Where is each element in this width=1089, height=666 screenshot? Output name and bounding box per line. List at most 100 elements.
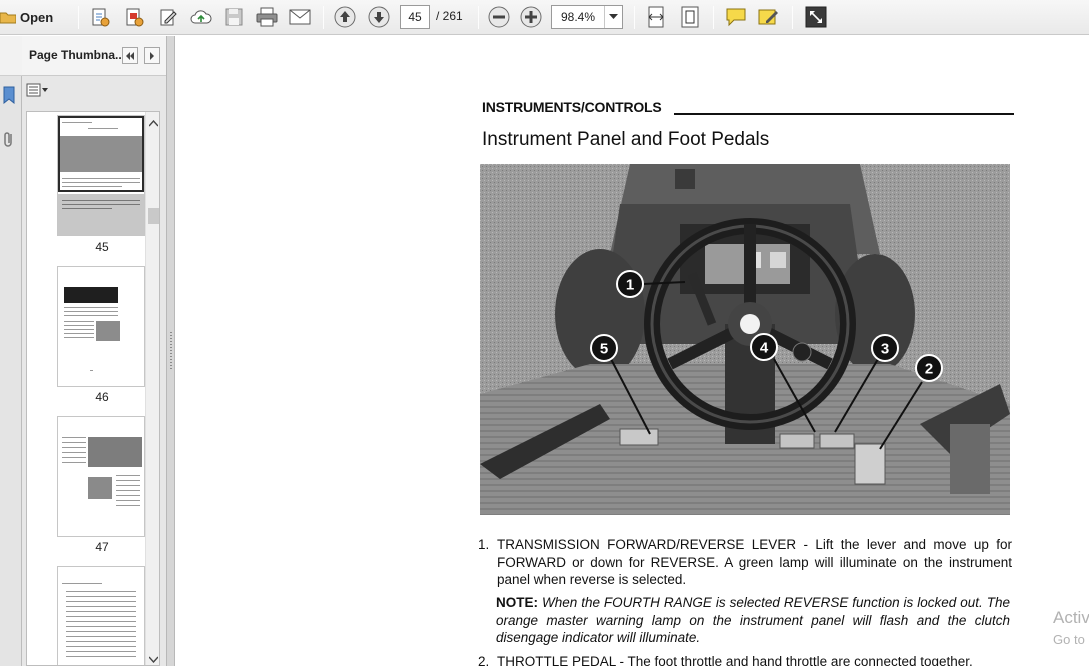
open-button[interactable]: Open (0, 6, 62, 28)
fit-width-button[interactable] (644, 6, 668, 28)
print-button[interactable] (255, 6, 279, 28)
toolbar-separator (323, 6, 324, 29)
toolbar-separator (713, 6, 714, 29)
toolbar: Open / 261 (0, 0, 1089, 35)
navigation-icon-strip (0, 36, 22, 666)
plus-circle-icon (520, 6, 542, 28)
item-1-text: TRANSMISSION FORWARD/REVERSE LEVER - Lif… (497, 537, 1012, 587)
strip-header (0, 36, 22, 76)
expand-panel-button[interactable] (144, 47, 160, 64)
callout-3: 3 (871, 334, 899, 362)
chevron-right-icon (149, 47, 155, 65)
sign-button[interactable] (757, 6, 781, 28)
page-title: Instrument Panel and Foot Pedals (482, 129, 770, 150)
thumbnails-panel: Page Thumbna... 45 46 47 (22, 36, 166, 666)
double-chevron-left-icon (125, 47, 135, 65)
zoom-out-button[interactable] (487, 6, 511, 28)
arrow-up-circle-icon (334, 6, 356, 28)
thumbnail-label: 47 (95, 540, 109, 554)
speech-bubble-icon (725, 7, 747, 27)
scrollbar-thumb[interactable] (148, 208, 159, 224)
arrow-down-circle-icon (368, 6, 390, 28)
zoom-input[interactable] (552, 6, 604, 28)
item-1-paragraph: 1. TRANSMISSION FORWARD/REVERSE LEVER - … (478, 536, 1012, 589)
folder-icon (0, 9, 16, 25)
thumbnail-page-48[interactable] (58, 567, 144, 665)
callout-4-label: 4 (760, 340, 769, 357)
instrument-panel-photo: 1 2 3 4 5 (480, 164, 1010, 515)
attachment-icon[interactable] (2, 131, 16, 154)
panel-header: Page Thumbna... (22, 36, 166, 76)
create-pdf-button[interactable] (88, 6, 112, 28)
thumbnail-options-button[interactable] (26, 83, 54, 101)
toolbar-separator (478, 6, 479, 29)
item-2-text: THROTTLE PEDAL - The foot throttle and h… (497, 654, 973, 666)
open-label: Open (20, 9, 54, 25)
note-text: When the FOURTH RANGE is selected REVERS… (496, 595, 1010, 645)
toolbar-separator (78, 6, 79, 29)
scroll-down-icon[interactable] (148, 650, 159, 665)
thumbnail-page-46[interactable] (58, 267, 144, 386)
next-page-button[interactable] (367, 6, 391, 28)
callout-4: 4 (750, 333, 778, 361)
item-2-number: 2. (478, 654, 490, 666)
bookmark-icon[interactable] (2, 86, 16, 109)
activation-watermark-subtitle: Go to (1053, 632, 1085, 647)
activation-watermark-title: Activ (1053, 608, 1089, 627)
toolbar-separator (634, 6, 635, 29)
callout-2-label: 2 (925, 361, 933, 378)
callout-5: 5 (590, 334, 618, 362)
toolbar-separator (792, 6, 793, 29)
item-2-paragraph: 2. THROTTLE PEDAL - The foot throttle an… (478, 653, 1012, 666)
email-button[interactable] (288, 6, 312, 28)
thumbnail-list[interactable]: 45 46 47 (26, 111, 160, 666)
scroll-up-icon[interactable] (148, 114, 159, 132)
minus-circle-icon (488, 6, 510, 28)
collapse-panel-button[interactable] (122, 47, 138, 64)
cloud-upload-button[interactable] (189, 6, 213, 28)
note-label: NOTE: (496, 595, 538, 610)
chevron-down-icon[interactable] (604, 6, 622, 28)
previous-page-button[interactable] (333, 6, 357, 28)
note-paragraph: NOTE: When the FOURTH RANGE is selected … (496, 594, 1010, 647)
pencil-document-icon (158, 7, 178, 27)
panel-title: Page Thumbna... (29, 48, 126, 62)
zoom-in-button[interactable] (519, 6, 543, 28)
thumbnail-scrollbar[interactable] (145, 112, 159, 665)
fit-page-button[interactable] (678, 6, 702, 28)
fit-page-icon (680, 6, 700, 28)
zoom-selector[interactable] (551, 5, 623, 29)
thumbnail-label: 46 (95, 390, 109, 404)
thumbnail-page-47[interactable] (58, 417, 144, 536)
floppy-disk-icon (225, 8, 243, 26)
callout-1-label: 1 (626, 277, 634, 294)
full-screen-button[interactable] (804, 6, 828, 28)
document-view: INSTRUMENTS/CONTROLS Instrument Panel an… (176, 36, 1089, 666)
fit-width-icon (646, 6, 666, 28)
callout-2: 2 (915, 354, 943, 382)
envelope-icon (289, 9, 311, 25)
panel-splitter[interactable] (166, 36, 175, 666)
options-menu-icon (26, 83, 50, 102)
pdf-export-icon (124, 7, 144, 27)
cloud-upload-icon (190, 7, 212, 27)
section-header: INSTRUMENTS/CONTROLS (482, 99, 662, 115)
thumbnail-page-45[interactable] (58, 116, 144, 235)
save-button[interactable] (222, 6, 246, 28)
export-pdf-button[interactable] (122, 6, 146, 28)
sign-pen-icon (758, 7, 780, 27)
callout-1: 1 (616, 270, 644, 298)
comment-button[interactable] (724, 6, 748, 28)
section-rule (674, 113, 1014, 115)
thumbnail-label: 45 (95, 240, 109, 254)
expand-icon (805, 6, 827, 28)
splitter-grip[interactable] (170, 332, 172, 370)
create-pdf-icon (90, 7, 110, 27)
page-number-input[interactable] (400, 5, 430, 29)
callout-5-label: 5 (600, 341, 608, 358)
printer-icon (256, 7, 278, 27)
edit-pdf-button[interactable] (156, 6, 180, 28)
page-count-label: / 261 (436, 9, 463, 23)
item-1-number: 1. (478, 537, 490, 552)
callout-3-label: 3 (881, 341, 889, 358)
